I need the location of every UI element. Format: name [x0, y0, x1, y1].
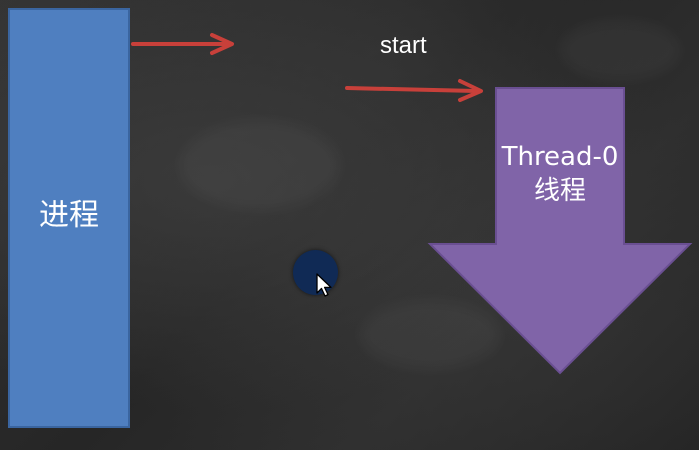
thread-arrow-shape — [427, 87, 693, 375]
mouse-pointer-icon — [316, 273, 332, 297]
thread-label: Thread-0线程 — [501, 142, 619, 206]
chalkboard-canvas: 进程 start Thread-0线程 — [0, 0, 699, 450]
